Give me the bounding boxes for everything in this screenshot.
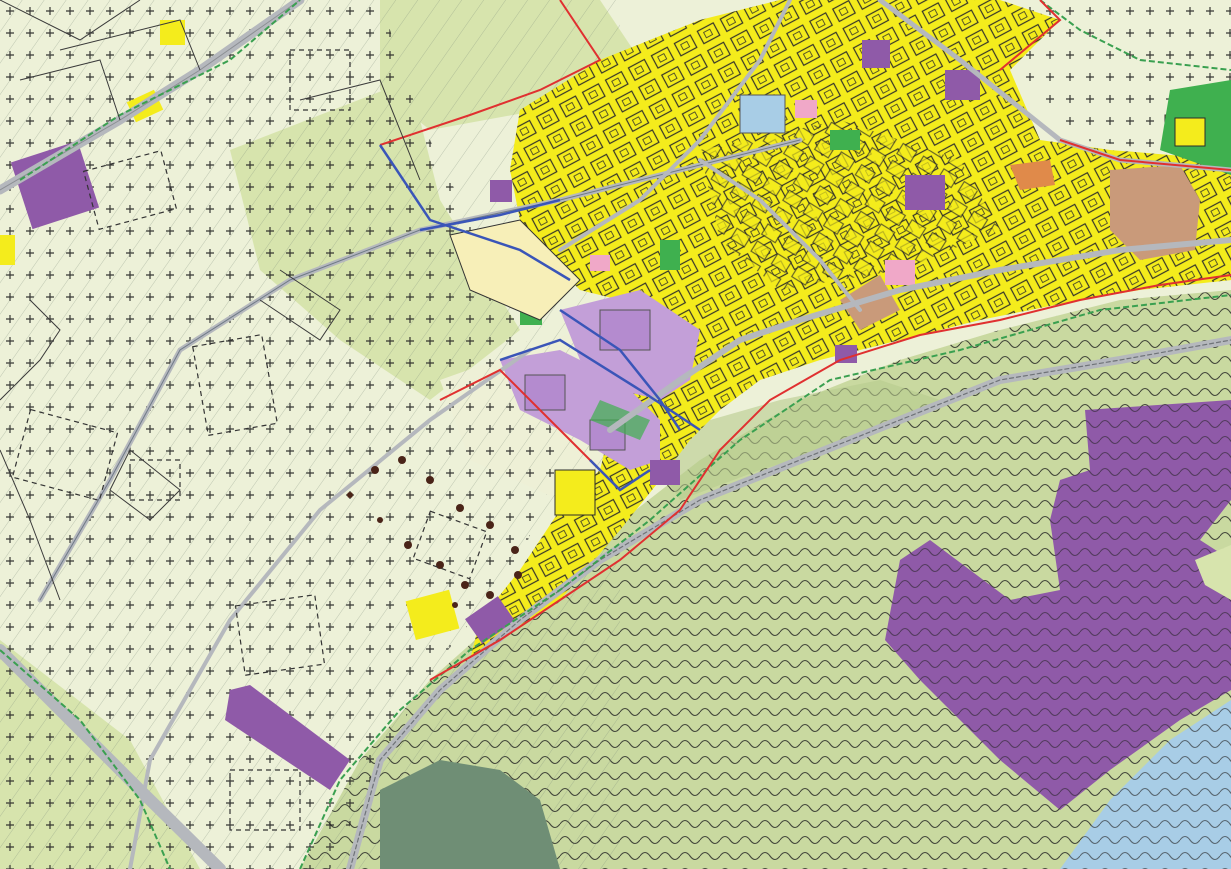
zoning-map[interactable] bbox=[0, 0, 1231, 869]
town-pond bbox=[739, 94, 786, 134]
map-canvas bbox=[0, 0, 1231, 869]
